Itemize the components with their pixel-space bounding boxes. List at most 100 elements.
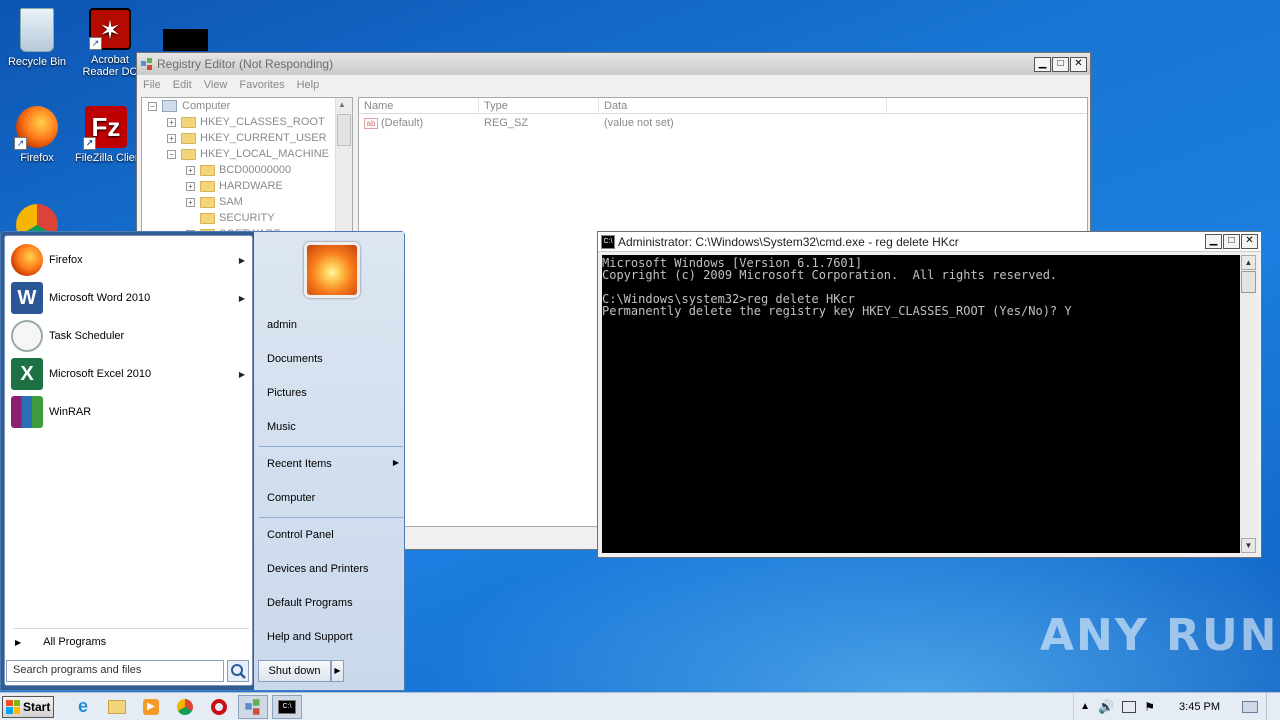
separator (259, 517, 403, 518)
place-music[interactable]: Music (267, 421, 296, 433)
windows-logo-icon (6, 699, 20, 714)
cmd-icon: C:\ (601, 234, 615, 249)
scroll-thumb[interactable] (1241, 271, 1256, 293)
program-winrar[interactable]: WinRAR (11, 395, 251, 429)
program-firefox[interactable]: Firefox ▶ (11, 243, 251, 277)
taskbar-opera[interactable] (204, 695, 234, 719)
taskbar-regedit[interactable] (238, 694, 268, 719)
desktop-icon-acrobat[interactable]: ✶ ↗ Acrobat Reader DC (75, 8, 145, 78)
place-documents[interactable]: Documents (267, 353, 323, 365)
menu-edit[interactable]: Edit (173, 79, 192, 91)
collapse-icon[interactable]: − (148, 101, 157, 111)
tree-item-computer[interactable]: − Computer (148, 98, 230, 114)
taskbar-explorer[interactable] (102, 695, 132, 719)
scroll-up-icon[interactable]: ▲ (1241, 255, 1256, 270)
tree-item-sam[interactable]: + SAM (186, 194, 243, 210)
maximize-button[interactable]: □ (1223, 234, 1240, 249)
tree-item-hkcu[interactable]: + HKEY_CURRENT_USER (167, 130, 327, 146)
task-scheduler-icon (11, 320, 43, 352)
tree-item-hkcr[interactable]: + HKEY_CLASSES_ROOT (167, 114, 325, 130)
menu-favorites[interactable]: Favorites (239, 79, 284, 91)
all-programs-button[interactable]: ▶ All Programs (15, 636, 106, 648)
media-player-icon: ▶ (143, 698, 159, 715)
desktop-icon-label: Recycle Bin (7, 56, 67, 68)
cmd-console[interactable]: Microsoft Windows [Version 6.1.7601] Copy… (602, 255, 1257, 553)
separator (259, 446, 403, 447)
expand-icon[interactable]: + (167, 133, 176, 143)
recycle-bin-icon (20, 8, 54, 52)
place-admin[interactable]: admin (267, 319, 297, 331)
column-data[interactable]: Data (599, 98, 887, 113)
column-name[interactable]: Name (359, 98, 479, 113)
minimize-button[interactable]: ▁ (1205, 234, 1222, 249)
table-row[interactable]: ab (Default) REG_SZ (value not set) (359, 114, 1087, 132)
column-type[interactable]: Type (479, 98, 599, 113)
taskbar-cmd[interactable]: C:\ (272, 694, 302, 719)
submenu-arrow-icon: ▶ (392, 458, 399, 467)
search-input[interactable]: Search programs and files (6, 660, 224, 682)
shutdown-button[interactable]: Shut down (258, 660, 331, 682)
tree-item-security[interactable]: SECURITY (200, 210, 275, 226)
scroll-down-icon[interactable]: ▼ (1241, 538, 1256, 553)
minimize-button[interactable]: ▁ (1034, 56, 1051, 72)
place-help-support[interactable]: Help and Support (267, 631, 353, 643)
cmd-window[interactable]: C:\ Administrator: C:\Windows\System32\c… (597, 231, 1262, 558)
submenu-arrow-icon: ▶ (238, 369, 245, 379)
folder-icon (181, 132, 196, 144)
start-button[interactable]: Start (2, 695, 54, 718)
place-default-programs[interactable]: Default Programs (267, 597, 353, 609)
search-icon[interactable] (227, 660, 249, 682)
user-avatar[interactable] (304, 242, 360, 298)
program-excel[interactable]: X Microsoft Excel 2010 ▶ (11, 357, 251, 391)
tree-item-bcd[interactable]: + BCD00000000 (186, 162, 291, 178)
firefox-icon: ↗ (14, 106, 58, 150)
scroll-thumb[interactable] (337, 114, 351, 146)
internet-explorer-icon: e (77, 696, 88, 716)
collapse-icon[interactable]: − (167, 149, 176, 159)
tree-item-hklm[interactable]: − HKEY_LOCAL_MACHINE (167, 146, 329, 162)
menu-view[interactable]: View (204, 79, 228, 91)
expand-icon[interactable]: + (167, 117, 176, 127)
place-pictures[interactable]: Pictures (267, 387, 307, 399)
tree-item-hardware[interactable]: + HARDWARE (186, 178, 283, 194)
close-button[interactable]: ✕ (1070, 56, 1087, 72)
network-icon[interactable] (1122, 700, 1137, 713)
clock[interactable]: 3:45 PM (1179, 701, 1220, 713)
taskbar-ie[interactable]: e (68, 695, 98, 719)
menu-help[interactable]: Help (297, 79, 320, 91)
volume-icon[interactable]: 🔊 (1098, 699, 1114, 715)
value-type-cell: REG_SZ (484, 117, 529, 129)
taskbar-chrome[interactable] (170, 695, 200, 719)
desktop-icon-filezilla[interactable]: Fz↗ FileZilla Client (75, 106, 137, 164)
regedit-icon (141, 58, 152, 70)
desktop-icon-firefox[interactable]: ↗ Firefox (1, 106, 73, 164)
show-hidden-icons-icon[interactable]: ▲ (1080, 701, 1090, 712)
place-recent-items[interactable]: Recent Items ▶ (267, 458, 399, 470)
cmd-output: Microsoft Windows [Version 6.1.7601] Copy… (602, 257, 1239, 317)
place-control-panel[interactable]: Control Panel (267, 529, 334, 541)
place-computer[interactable]: Computer (267, 492, 315, 504)
expand-icon[interactable]: + (186, 181, 195, 191)
cmd-titlebar[interactable]: C:\ Administrator: C:\Windows\System32\c… (598, 232, 1261, 252)
shutdown-options-icon[interactable]: ▶ (331, 660, 344, 682)
action-center-flag-icon[interactable]: ⚑ (1144, 700, 1155, 714)
word-icon: W (11, 282, 43, 314)
taskbar-media-player[interactable]: ▶ (136, 695, 166, 719)
desktop-icon-recycle-bin[interactable]: Recycle Bin (1, 8, 73, 68)
place-devices-printers[interactable]: Devices and Printers (267, 563, 369, 575)
close-button[interactable]: ✕ (1241, 234, 1258, 249)
show-desktop-button[interactable] (1266, 693, 1280, 720)
cmd-scrollbar[interactable]: ▲ ▼ (1240, 255, 1257, 553)
folder-icon (181, 116, 196, 128)
maximize-button[interactable]: □ (1052, 56, 1069, 72)
expand-icon[interactable]: + (186, 197, 195, 207)
triangle-right-icon: ▶ (15, 637, 22, 647)
menu-file[interactable]: File (143, 79, 161, 91)
keyboard-language-icon[interactable] (1242, 700, 1258, 713)
registry-editor-titlebar[interactable]: Registry Editor (Not Responding) ▁ □ ✕ (137, 53, 1090, 75)
program-word[interactable]: W Microsoft Word 2010 ▶ (11, 281, 251, 315)
program-task-scheduler[interactable]: Task Scheduler (11, 319, 251, 353)
scroll-up-icon[interactable]: ▲ (338, 100, 346, 109)
desktop-icon-label: Acrobat Reader DC (82, 54, 138, 78)
expand-icon[interactable]: + (186, 165, 195, 175)
